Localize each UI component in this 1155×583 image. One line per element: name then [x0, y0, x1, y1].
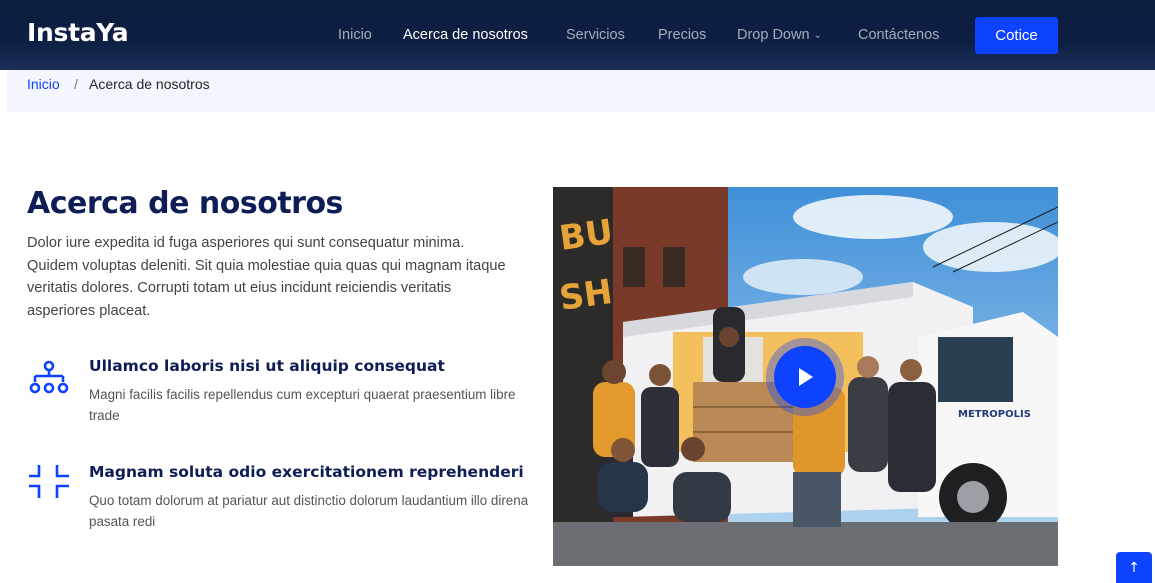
back-to-top-button[interactable]: ↑: [1116, 552, 1152, 583]
header-inner: InstaYa Inicio Acerca de nosotros Servic…: [0, 0, 1155, 70]
nav-item-contactenos[interactable]: Contáctenos: [858, 27, 939, 43]
feature-title: Ullamco laboris nisi ut aliquip consequa…: [89, 357, 445, 375]
breadcrumb-current: Acerca de nosotros: [89, 76, 210, 92]
svg-text:SH: SH: [557, 272, 615, 319]
page-title: Acerca de nosotros: [27, 186, 343, 221]
truck-logo-text: METROPOLIS: [958, 409, 1031, 420]
breadcrumb-home-link[interactable]: Inicio: [27, 76, 60, 92]
feature-title: Magnam soluta odio exercitationem repreh…: [89, 463, 524, 481]
fullscreen-exit-icon: [29, 465, 69, 498]
svg-text:BU: BU: [557, 212, 616, 259]
play-icon: [799, 368, 813, 386]
site-header: InstaYa Inicio Acerca de nosotros Servic…: [0, 0, 1155, 70]
feature-description: Quo totam dolorum at pariatur aut distin…: [89, 493, 529, 529]
nav-item-dropdown[interactable]: Drop Down ⌄: [737, 27, 822, 43]
chevron-down-icon: ⌄: [813, 30, 822, 41]
nav-item-inicio[interactable]: Inicio: [338, 27, 372, 43]
nav-item-dropdown-label: Drop Down: [737, 27, 810, 43]
nav-item-precios[interactable]: Precios: [658, 27, 706, 43]
site-logo[interactable]: InstaYa: [27, 18, 129, 47]
quote-button[interactable]: Cotice: [975, 17, 1058, 54]
feature-description: Magni facilis facilis repellendus cum ex…: [89, 387, 516, 423]
breadcrumb-separator: /: [74, 76, 78, 92]
breadcrumb: Inicio / Acerca de nosotros: [7, 70, 1155, 112]
play-video-button[interactable]: [774, 346, 836, 408]
diagram-tree-icon: [29, 360, 69, 394]
nav-item-servicios[interactable]: Servicios: [566, 27, 625, 43]
nav-item-acerca[interactable]: Acerca de nosotros: [403, 27, 528, 43]
arrow-up-icon: ↑: [1128, 559, 1140, 576]
about-lead-text: Dolor iure expedita id fuga asperiores q…: [27, 235, 506, 319]
